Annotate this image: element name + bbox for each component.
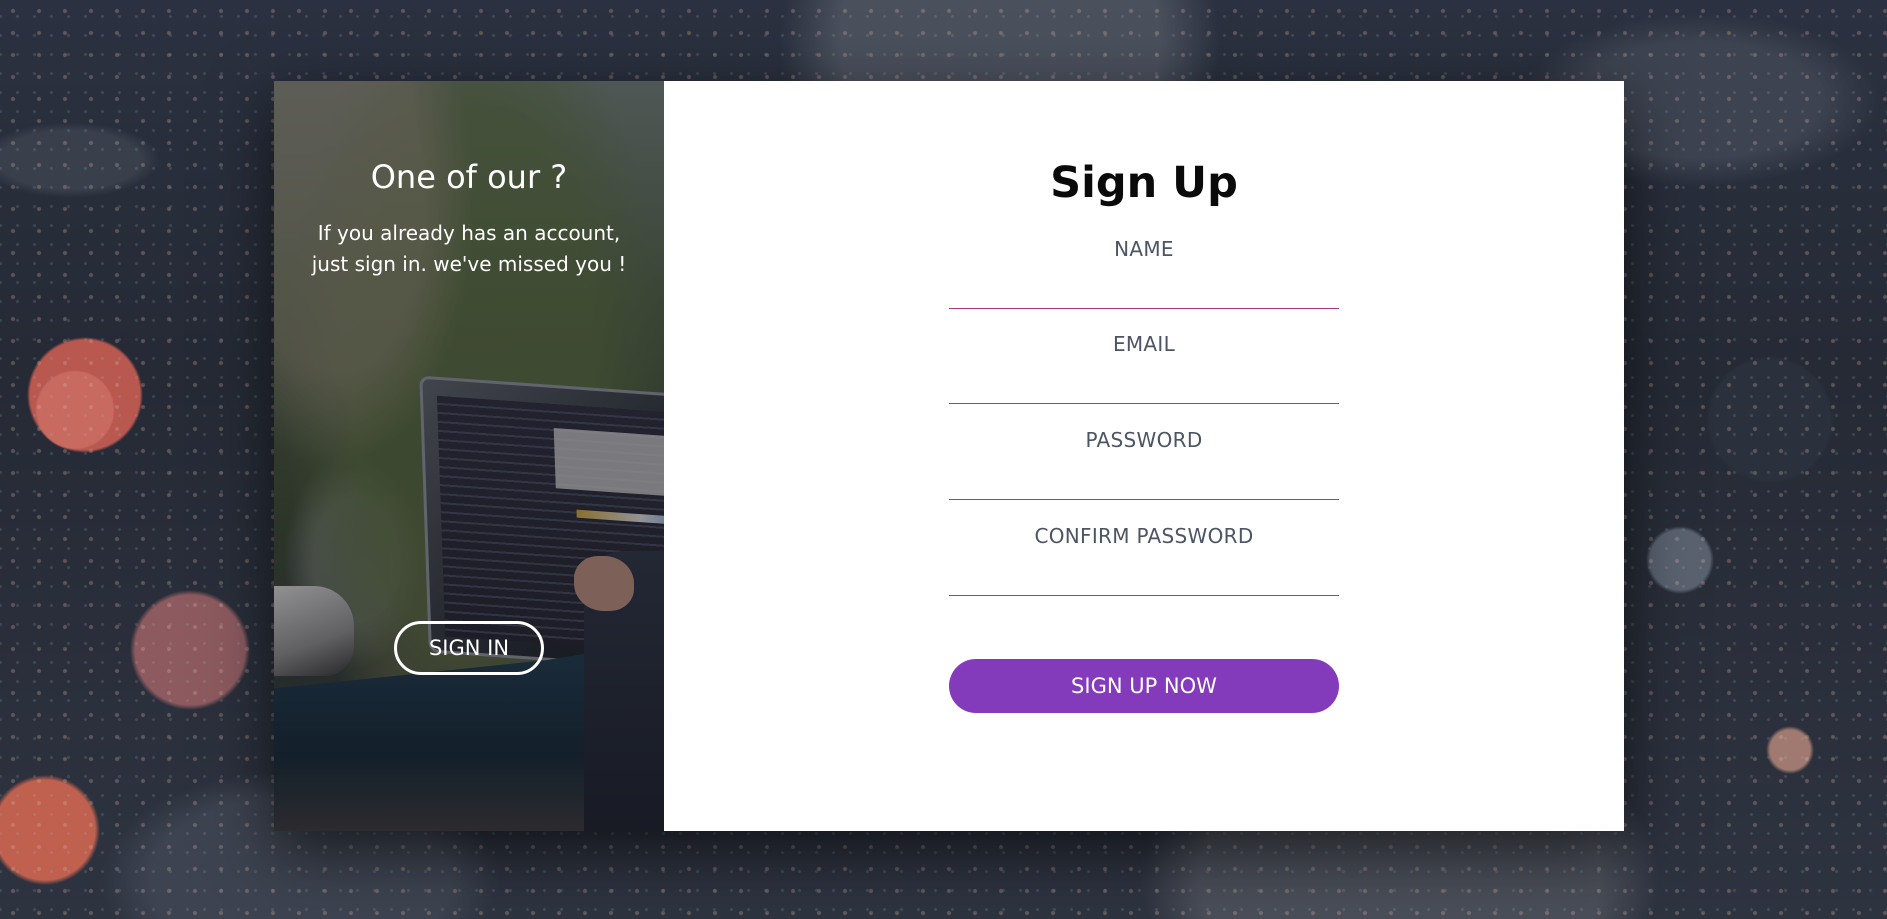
confirm-password-input[interactable] <box>949 560 1339 596</box>
signin-panel-text: If you already has an account, just sign… <box>311 221 627 276</box>
confirm-password-field: CONFIRM PASSWORD <box>949 524 1339 596</box>
signin-panel-content: One of our ? If you already has an accou… <box>274 81 664 831</box>
auth-card: One of our ? If you already has an accou… <box>274 81 1624 831</box>
sign-up-now-button[interactable]: SIGN UP NOW <box>949 659 1339 713</box>
signin-panel-title: One of our ? <box>370 158 568 196</box>
email-label: EMAIL <box>1112 332 1176 356</box>
password-input[interactable] <box>949 464 1339 500</box>
confirm-password-label: CONFIRM PASSWORD <box>1034 524 1254 548</box>
sign-in-button[interactable]: SIGN IN <box>394 621 544 675</box>
signup-title: Sign Up <box>1050 158 1238 208</box>
email-field: EMAIL <box>949 332 1339 404</box>
name-label: NAME <box>1114 237 1174 261</box>
name-field: NAME <box>949 237 1339 309</box>
email-input[interactable] <box>949 368 1339 404</box>
password-field: PASSWORD <box>949 428 1339 500</box>
name-input[interactable] <box>949 273 1339 309</box>
password-label: PASSWORD <box>1085 428 1203 452</box>
signin-panel: One of our ? If you already has an accou… <box>274 81 664 831</box>
signup-panel: Sign Up NAME EMAIL PASSWORD CONFIRM PASS… <box>664 81 1624 831</box>
